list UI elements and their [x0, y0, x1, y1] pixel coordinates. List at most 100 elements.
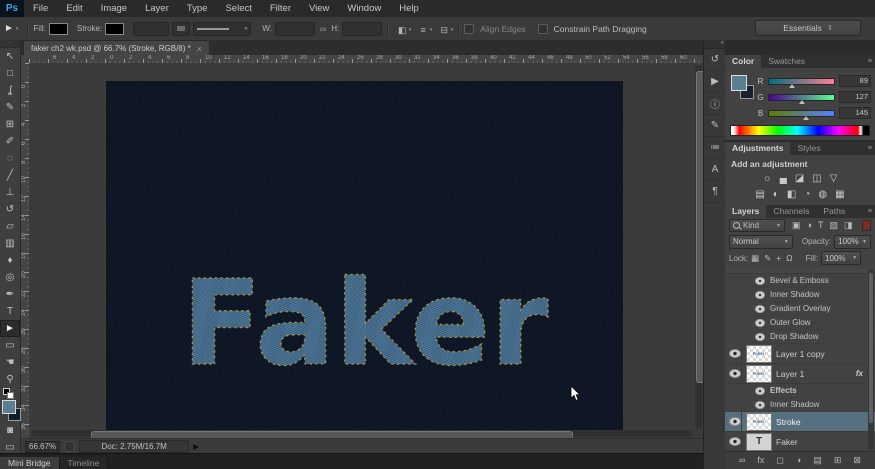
quick-selection-tool[interactable]: ✎ — [0, 99, 20, 116]
history-panel-icon[interactable]: ↺ — [704, 49, 726, 71]
filter-adjustment-layers-icon[interactable]: ◑ — [807, 220, 812, 231]
delete-layer-icon[interactable]: ⊠ — [853, 456, 861, 465]
black-white-icon[interactable]: ◧ — [787, 190, 796, 200]
opacity-dropdown[interactable]: 100% ▼ — [834, 235, 871, 249]
layers-scroll-thumb[interactable] — [869, 273, 873, 423]
link-dimensions-icon[interactable]: ∞ — [320, 24, 326, 34]
tab-adjustments[interactable]: Adjustments — [725, 142, 790, 155]
clone-stamp-tool[interactable]: ⊥ — [0, 184, 20, 201]
lock-pixels-icon[interactable]: ✎ — [764, 253, 771, 264]
tab-paths[interactable]: Paths — [816, 205, 852, 218]
filter-pixel-layers-icon[interactable]: ▣ — [792, 220, 801, 231]
channel-mixer-icon[interactable]: ◍ — [818, 190, 827, 200]
layer-thumbnail[interactable]: Faker — [746, 413, 772, 431]
menu-view[interactable]: View — [300, 0, 338, 17]
filter-smart-objects-icon[interactable]: ◨ — [844, 220, 853, 231]
info-panel-icon[interactable]: ⓘ — [704, 93, 726, 115]
menu-edit[interactable]: Edit — [57, 0, 91, 17]
layer-row-stroke[interactable]: FakerStroke — [725, 412, 875, 432]
channel-b-slider[interactable] — [768, 110, 835, 117]
stroke-options-button[interactable] — [172, 22, 190, 36]
effect-row-bevel-emboss[interactable]: Bevel & Emboss — [725, 274, 875, 288]
history-brush-tool[interactable]: ↺ — [0, 201, 20, 218]
status-options-icon[interactable] — [64, 441, 75, 452]
exposure-icon[interactable]: ◫ — [812, 174, 821, 184]
effect-visibility-icon[interactable] — [755, 277, 765, 285]
layers-panel-menu-icon[interactable]: ≡ — [868, 208, 872, 215]
blur-tool[interactable]: ♦ — [0, 252, 20, 269]
layer-row-layer-1-copy[interactable]: FakerLayer 1 copy — [725, 344, 875, 364]
crop-tool[interactable]: ⊞ — [0, 116, 20, 133]
horizontal-type-tool[interactable]: T — [0, 303, 20, 320]
menu-help[interactable]: Help — [390, 0, 428, 17]
slider-thumb-icon[interactable] — [789, 84, 795, 88]
effect-visibility-icon[interactable] — [755, 401, 765, 409]
tool-preset-picker[interactable]: ► ▾ — [0, 23, 22, 34]
panel-foreground-swatch[interactable] — [731, 75, 747, 91]
layers-scrollbar[interactable] — [868, 269, 874, 450]
menu-file[interactable]: File — [24, 0, 57, 17]
pen-tool[interactable]: ✒ — [0, 286, 20, 303]
menu-select[interactable]: Select — [216, 0, 260, 17]
layer-thumbnail[interactable]: Faker — [746, 365, 772, 383]
filter-shape-layers-icon[interactable]: ▨ — [829, 220, 838, 231]
zoom-tool[interactable]: ⚲ — [0, 371, 20, 388]
lock-transparency-icon[interactable]: ▦ — [751, 253, 759, 264]
color-spectrum-ramp[interactable] — [730, 125, 870, 136]
new-adjustment-layer-icon[interactable]: ◑ — [796, 456, 801, 465]
brush-tool[interactable]: ╱ — [0, 167, 20, 184]
brightness-contrast-icon[interactable]: ☼ — [763, 174, 772, 184]
gradient-tool[interactable]: ▥ — [0, 235, 20, 252]
channel-g-value[interactable]: 127 — [839, 91, 871, 103]
layer-filter-toggle[interactable] — [862, 220, 871, 231]
tab-color[interactable]: Color — [725, 55, 761, 68]
path-selection-tool[interactable]: ► — [0, 320, 20, 337]
hue-saturation-icon[interactable]: ▤ — [755, 190, 764, 200]
color-lookup-icon[interactable]: ▦ — [835, 190, 844, 200]
vibrance-icon[interactable]: ▽ — [830, 174, 838, 184]
color-balance-icon[interactable]: ◐ — [773, 190, 779, 200]
bottom-tab-mini-bridge[interactable]: Mini Bridge — [0, 457, 60, 469]
layer-effects-icon[interactable]: fx — [757, 456, 764, 465]
close-tab-icon[interactable]: × — [197, 44, 202, 54]
eraser-tool[interactable]: ▱ — [0, 218, 20, 235]
layer-fx-icon[interactable]: fx — [856, 369, 863, 378]
workspace-switcher[interactable]: Essentials ⇕ — [755, 20, 861, 36]
effect-row-effects[interactable]: Effects — [725, 384, 875, 398]
layer-visibility-toggle[interactable] — [728, 432, 742, 451]
channel-b-value[interactable]: 145 — [839, 107, 871, 119]
channel-g-slider[interactable] — [768, 94, 835, 101]
quick-mask-button[interactable]: ◙ — [0, 422, 20, 439]
effect-visibility-icon[interactable] — [755, 387, 765, 395]
horizontal-scrollbar[interactable] — [31, 430, 693, 437]
constrain-path-dragging-checkbox[interactable]: Constrain Path Dragging — [538, 24, 647, 34]
toolbar-collapse-button[interactable]: · · — [0, 40, 20, 48]
slider-thumb-icon[interactable] — [803, 116, 809, 120]
tab-styles[interactable]: Styles — [790, 142, 827, 155]
new-layer-icon[interactable]: ⊞ — [834, 456, 842, 465]
effect-row-inner-shadow[interactable]: Inner Shadow — [725, 288, 875, 302]
layer-visibility-toggle[interactable] — [728, 344, 742, 363]
dodge-tool[interactable]: ◎ — [0, 269, 20, 286]
hand-tool[interactable]: ☚ — [0, 354, 20, 371]
menu-window[interactable]: Window — [338, 0, 390, 17]
effect-visibility-icon[interactable] — [755, 291, 765, 299]
effect-row-inner-shadow[interactable]: Inner Shadow — [725, 398, 875, 412]
stroke-width-input[interactable] — [133, 22, 169, 36]
actions-panel-icon[interactable]: ▶ — [704, 71, 726, 93]
layer-thumbnail[interactable]: Faker — [746, 345, 772, 363]
menu-type[interactable]: Type — [178, 0, 217, 17]
default-colors-button[interactable] — [0, 388, 20, 398]
effect-visibility-icon[interactable] — [755, 333, 765, 341]
spot-healing-brush-tool[interactable]: ◌ — [0, 150, 20, 167]
move-tool[interactable]: ↖ — [0, 48, 20, 65]
menu-layer[interactable]: Layer — [136, 0, 178, 17]
foreground-color-swatch[interactable] — [2, 400, 16, 414]
tab-layers[interactable]: Layers — [725, 205, 766, 218]
slider-thumb-icon[interactable] — [799, 100, 805, 104]
eyedropper-tool[interactable]: ✐ — [0, 133, 20, 150]
zoom-level-field[interactable]: 66.67% — [25, 441, 60, 453]
vertical-scrollbar[interactable] — [695, 65, 702, 429]
layer-filter-kind-dropdown[interactable]: Kind ▼ — [729, 219, 785, 232]
document-tab[interactable]: faker ch2 wk.psd @ 66.7% (Stroke, RGB/8)… — [23, 40, 210, 56]
